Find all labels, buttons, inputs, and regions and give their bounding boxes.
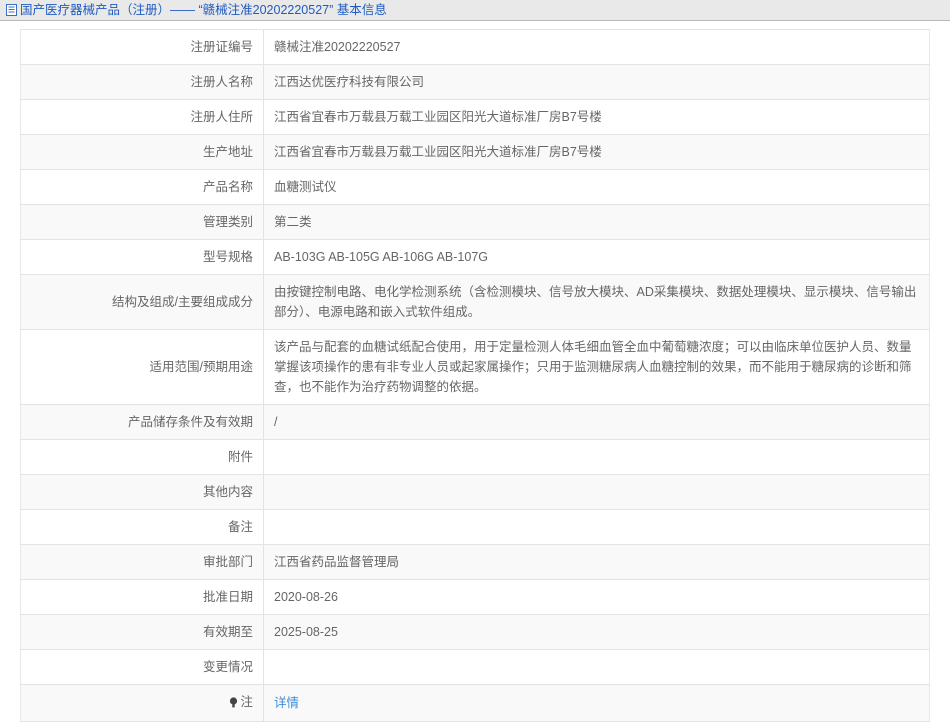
row-value: 由按键控制电路、电化学检测系统（含检测模块、信号放大模块、AD采集模块、数据处理…: [263, 274, 930, 330]
row-label: 适用范围/预期用途: [20, 329, 264, 405]
row-value: [263, 439, 930, 475]
row-label: 审批部门: [20, 544, 264, 580]
row-value: 2025-08-25: [263, 614, 930, 650]
note-label-cell: 注: [20, 684, 264, 722]
table-row: 适用范围/预期用途 该产品与配套的血糖试纸配合使用，用于定量检测人体毛细血管全血…: [20, 329, 930, 405]
row-value: 血糖测试仪: [263, 169, 930, 205]
detail-link[interactable]: 详情: [274, 696, 299, 710]
table-row: 注册证编号 赣械注准20202220527: [20, 29, 930, 65]
row-label: 有效期至: [20, 614, 264, 650]
row-value: 江西省药品监督管理局: [263, 544, 930, 580]
row-value: 该产品与配套的血糖试纸配合使用，用于定量检测人体毛细血管全血中葡萄糖浓度；可以由…: [263, 329, 930, 405]
row-label: 附件: [20, 439, 264, 475]
row-value: 2020-08-26: [263, 579, 930, 615]
table-row: 其他内容: [20, 474, 930, 510]
row-label: 变更情况: [20, 649, 264, 685]
row-value: 江西省宜春市万载县万载工业园区阳光大道标准厂房B7号楼: [263, 99, 930, 135]
row-label: 生产地址: [20, 134, 264, 170]
note-label-text: 注: [240, 695, 253, 709]
table-row: 注册人住所 江西省宜春市万载县万载工业园区阳光大道标准厂房B7号楼: [20, 99, 930, 135]
table-row: 附件: [20, 439, 930, 475]
table-row: 型号规格 AB-103G AB-105G AB-106G AB-107G: [20, 239, 930, 275]
row-label: 备注: [20, 509, 264, 545]
row-label: 产品名称: [20, 169, 264, 205]
page-title: 国产医疗器械产品（注册）—— “赣械注准20202220527” 基本信息: [20, 3, 387, 17]
row-label: 结构及组成/主要组成成分: [20, 274, 264, 330]
table-row: 变更情况: [20, 649, 930, 685]
table-row: 生产地址 江西省宜春市万载县万载工业园区阳光大道标准厂房B7号楼: [20, 134, 930, 170]
row-value: AB-103G AB-105G AB-106G AB-107G: [263, 239, 930, 275]
row-label: 管理类别: [20, 204, 264, 240]
row-label: 型号规格: [20, 239, 264, 275]
page-header: 国产医疗器械产品（注册）—— “赣械注准20202220527” 基本信息: [0, 0, 950, 21]
row-value: 第二类: [263, 204, 930, 240]
row-value: 江西达优医疗科技有限公司: [263, 64, 930, 100]
note-value-cell: 详情: [263, 684, 930, 722]
table-container: 注册证编号 赣械注准20202220527 注册人名称 江西达优医疗科技有限公司…: [0, 21, 950, 722]
table-row: 注册人名称 江西达优医疗科技有限公司: [20, 64, 930, 100]
row-value: [263, 649, 930, 685]
row-label: 批准日期: [20, 579, 264, 615]
table-row: 结构及组成/主要组成成分 由按键控制电路、电化学检测系统（含检测模块、信号放大模…: [20, 274, 930, 330]
row-label: 产品储存条件及有效期: [20, 404, 264, 440]
table-row: 批准日期 2020-08-26: [20, 579, 930, 615]
row-label: 注册人住所: [20, 99, 264, 135]
row-label: 其他内容: [20, 474, 264, 510]
table-row: 备注: [20, 509, 930, 545]
document-icon: [6, 4, 17, 16]
bulb-icon: [230, 696, 238, 707]
table-row: 产品名称 血糖测试仪: [20, 169, 930, 205]
row-label: 注册人名称: [20, 64, 264, 100]
table-row: 产品储存条件及有效期 /: [20, 404, 930, 440]
table-row: 有效期至 2025-08-25: [20, 614, 930, 650]
row-value: 赣械注准20202220527: [263, 29, 930, 65]
table-row: 审批部门 江西省药品监督管理局: [20, 544, 930, 580]
row-value: [263, 509, 930, 545]
registration-info-table: 注册证编号 赣械注准20202220527 注册人名称 江西达优医疗科技有限公司…: [20, 29, 930, 722]
table-row: 管理类别 第二类: [20, 204, 930, 240]
table-row-note: 注 详情: [20, 684, 930, 722]
row-value: [263, 474, 930, 510]
row-label: 注册证编号: [20, 29, 264, 65]
row-value: /: [263, 404, 930, 440]
row-value: 江西省宜春市万载县万载工业园区阳光大道标准厂房B7号楼: [263, 134, 930, 170]
